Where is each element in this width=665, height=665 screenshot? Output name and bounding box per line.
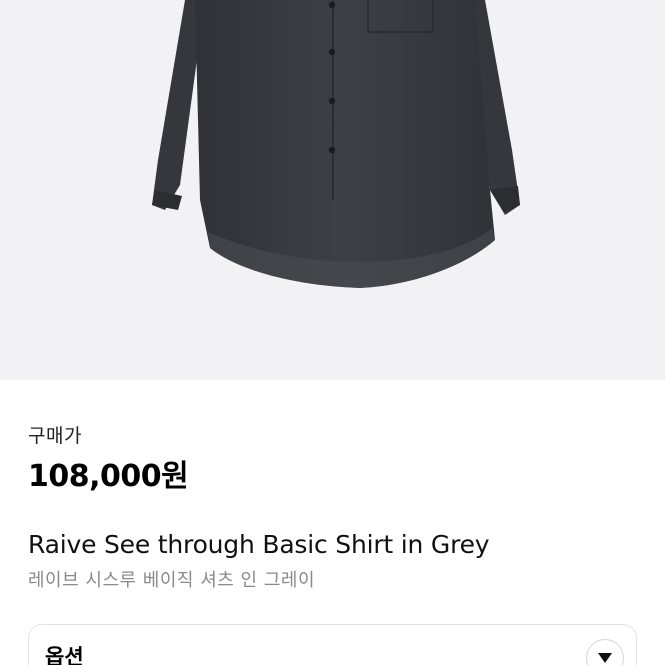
price-value: 108,000원 xyxy=(28,459,189,494)
shirt-button xyxy=(328,1,336,9)
shirt-illustration xyxy=(152,0,520,288)
shirt-button xyxy=(328,48,336,56)
options-title: 옵션 xyxy=(45,645,84,665)
options-toggle-button[interactable] xyxy=(586,639,624,665)
product-title-ko: 레이브 시스루 베이직 셔츠 인 그레이 xyxy=(28,570,316,591)
price-label: 구매가 xyxy=(28,425,82,447)
options-panel[interactable]: 옵션 xyxy=(28,624,637,665)
right-cuff xyxy=(490,186,520,212)
shirt-button xyxy=(328,146,336,154)
product-title-en: Raive See through Basic Shirt in Grey xyxy=(28,530,490,559)
chevron-down-icon xyxy=(598,653,612,663)
left-cuff xyxy=(152,190,182,210)
product-image[interactable] xyxy=(0,0,665,380)
shirt-button xyxy=(328,97,336,105)
